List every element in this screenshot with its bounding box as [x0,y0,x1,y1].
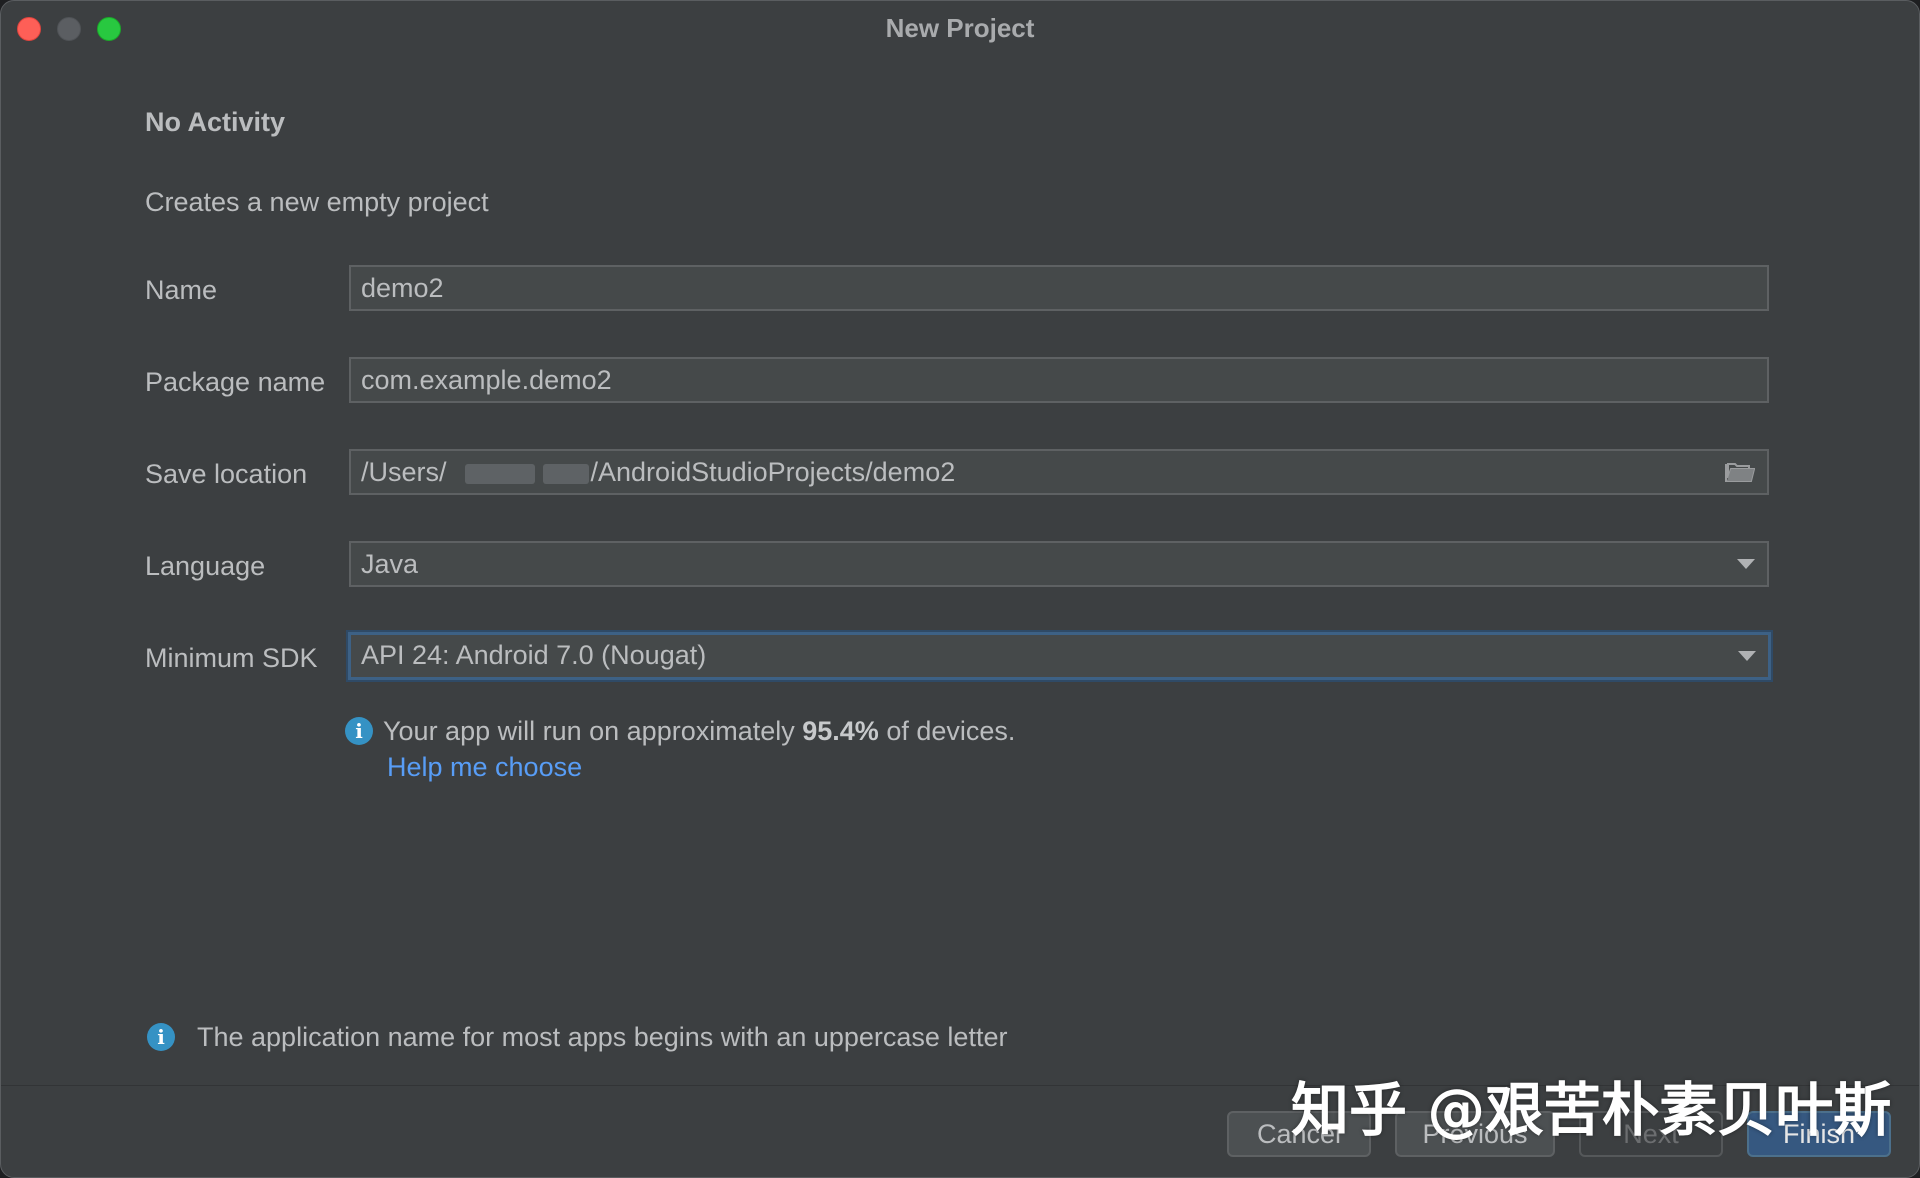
chevron-down-icon [1737,559,1755,569]
name-field[interactable]: demo2 [349,265,1769,311]
help-me-choose-link[interactable]: Help me choose [387,752,582,783]
window-title: New Project [885,13,1035,43]
minimum-sdk-label: Minimum SDK [145,643,318,673]
sdk-coverage-suffix: of devices. [878,716,1016,746]
name-label: Name [145,275,218,305]
info-icon: i [147,1023,175,1051]
folder-icon[interactable] [1725,461,1755,483]
sdk-coverage-percent: 95.4% [802,716,879,746]
new-project-window: New Project No Activity Creates a new em… [0,0,1920,1178]
language-dropdown[interactable]: Java [349,541,1769,587]
title-bar: New Project [1,1,1919,55]
sdk-coverage-prefix: Your app will run on approximately [383,716,803,746]
validation-hint: The application name for most apps begin… [197,1022,1008,1052]
package-name-value: com.example.demo2 [361,365,612,395]
package-name-field[interactable]: com.example.demo2 [349,357,1769,403]
name-value: demo2 [361,273,444,303]
save-location-prefix: /Users/ [361,457,447,487]
chevron-down-icon [1738,651,1756,661]
redacted-username [464,463,535,484]
language-value: Java [361,549,419,579]
save-location-field[interactable]: /Users/ /AndroidStudioProjects/demo2 [349,449,1769,495]
template-description: Creates a new empty project [145,187,489,217]
package-name-label: Package name [145,367,326,397]
language-label: Language [145,551,266,581]
save-location-label: Save location [145,459,308,489]
save-location-suffix: /AndroidStudioProjects/demo2 [590,457,956,487]
info-icon: i [345,717,373,745]
redacted-username [542,463,589,484]
sdk-coverage-text: Your app will run on approximately 95.4%… [383,716,1015,747]
minimum-sdk-dropdown[interactable]: API 24: Android 7.0 (Nougat) [348,632,1771,680]
watermark: 知乎 @艰苦朴素贝叶斯 [1291,1076,1892,1144]
minimum-sdk-value: API 24: Android 7.0 (Nougat) [361,640,707,670]
template-heading: No Activity [145,107,286,137]
